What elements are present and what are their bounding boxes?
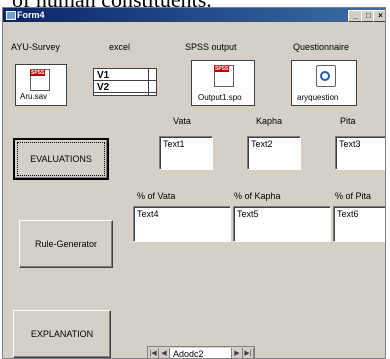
text6-field[interactable]: Text6 bbox=[333, 206, 385, 242]
adodc-control: |◀ ◀ Adodc2 ▶ ▶| bbox=[147, 346, 255, 358]
aru-sav-object[interactable]: SPSS Aru.sav bbox=[15, 64, 67, 106]
pita-label: Pita bbox=[340, 116, 356, 126]
previous-record-button[interactable]: ◀ bbox=[159, 348, 170, 358]
questionnaire-caption: aryquestion bbox=[297, 93, 339, 102]
spss-output-label: SPSS output bbox=[185, 42, 237, 52]
title-bar[interactable]: Form4 _ □ × bbox=[3, 8, 385, 22]
text1-field[interactable]: Text1 bbox=[159, 136, 213, 170]
window-title: Form4 bbox=[17, 10, 45, 20]
aru-sav-caption: Aru.sav bbox=[20, 92, 48, 101]
output-caption: Output1.spo bbox=[198, 93, 242, 102]
spss-file-icon: SPSS bbox=[30, 69, 50, 91]
kapha-label: Kapha bbox=[256, 116, 283, 126]
excel-grid[interactable]: V1 V2 bbox=[93, 68, 157, 96]
text4-field[interactable]: Text4 bbox=[133, 206, 231, 242]
questionnaire-object[interactable]: aryquestion bbox=[291, 60, 357, 106]
vata-label: Vata bbox=[173, 116, 191, 126]
explanation-button[interactable]: EXPLANATION bbox=[13, 310, 111, 358]
text3-field[interactable]: Text3 bbox=[335, 136, 385, 170]
internet-document-icon bbox=[316, 65, 336, 87]
rule-generator-button[interactable]: Rule-Generator bbox=[19, 220, 113, 268]
first-record-button[interactable]: |◀ bbox=[148, 348, 159, 358]
percent-vata-label: % of Vata bbox=[137, 191, 176, 201]
last-record-button[interactable]: ▶| bbox=[243, 348, 254, 358]
next-record-button[interactable]: ▶ bbox=[231, 348, 243, 358]
adodc-caption: Adodc2 bbox=[170, 348, 231, 358]
grid-row: V1 bbox=[94, 70, 156, 81]
form-window: Form4 _ □ × AYU-Survey excel SPSS output… bbox=[2, 7, 386, 359]
excel-label: excel bbox=[109, 42, 131, 52]
percent-kapha-label: % of Kapha bbox=[234, 191, 281, 201]
ayu-survey-label: AYU-Survey bbox=[11, 42, 60, 52]
close-button[interactable]: × bbox=[373, 10, 385, 22]
spss-output-object[interactable]: SPSS Output1.spo bbox=[191, 60, 255, 106]
percent-pita-label: % of Pita bbox=[335, 191, 372, 201]
questionnaire-label: Questionnaire bbox=[293, 42, 350, 52]
text2-field[interactable]: Text2 bbox=[247, 136, 301, 170]
spss-output-icon: SPSS bbox=[214, 65, 234, 87]
evaluations-button[interactable]: EVALUATIONS bbox=[13, 138, 109, 180]
grid-column-divider bbox=[148, 69, 149, 95]
window-icon bbox=[6, 11, 16, 20]
grid-row: V2 bbox=[94, 82, 156, 93]
text5-field[interactable]: Text5 bbox=[233, 206, 331, 242]
